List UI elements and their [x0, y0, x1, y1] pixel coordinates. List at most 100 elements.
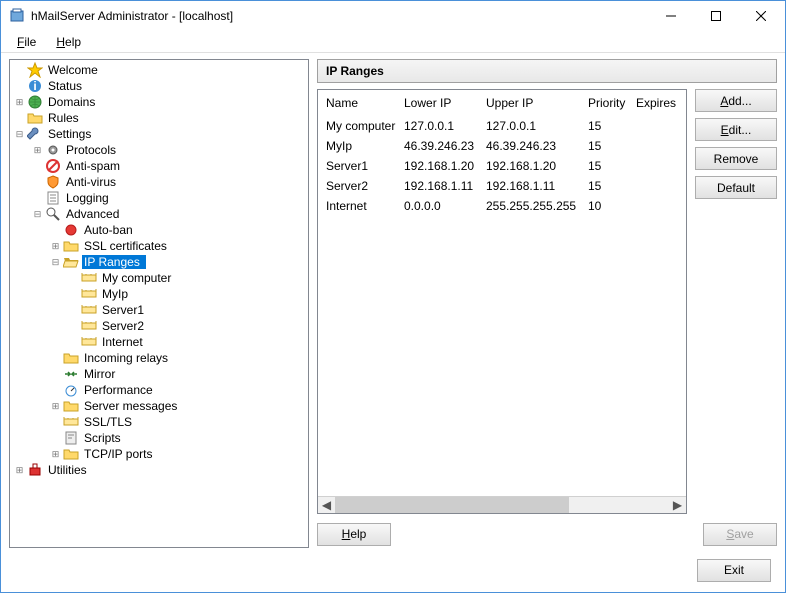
- tree-item-rules[interactable]: Rules: [10, 110, 308, 126]
- tree-item-tcp-ip-ports[interactable]: ⊞TCP/IP ports: [10, 446, 308, 462]
- tree-item-myip[interactable]: MyIp: [10, 286, 308, 302]
- tree-item-ssl-certificates[interactable]: ⊞SSL certificates: [10, 238, 308, 254]
- tree-item-label: Welcome: [46, 63, 100, 77]
- nav-tree[interactable]: WelcomeiStatus⊞DomainsRules ⊟ Settings⊞Pro…: [9, 59, 309, 548]
- cell-name: Internet: [322, 198, 400, 214]
- expand-icon[interactable]: ⊞: [50, 241, 61, 252]
- tree-item-label: Logging: [64, 191, 111, 205]
- list-row[interactable]: My computer127.0.0.1127.0.0.115: [318, 116, 686, 136]
- close-button[interactable]: [738, 1, 783, 31]
- cell-name: Server2: [322, 178, 400, 194]
- scroll-left-icon[interactable]: ◀: [318, 497, 335, 514]
- tree-item-label: Utilities: [46, 463, 89, 477]
- collapse-icon[interactable]: ⊟: [14, 129, 25, 140]
- remove-button[interactable]: Remove: [695, 147, 777, 170]
- collapse-icon[interactable]: ⊟: [32, 209, 43, 220]
- ip-ranges-list[interactable]: Name Lower IP Upper IP Priority Expires …: [317, 89, 687, 514]
- list-row[interactable]: MyIp46.39.246.2346.39.246.2315: [318, 136, 686, 156]
- tree-item-server1[interactable]: Server1: [10, 302, 308, 318]
- tree-item-scripts[interactable]: Scripts: [10, 430, 308, 446]
- list-row[interactable]: Server1192.168.1.20192.168.1.2015: [318, 156, 686, 176]
- cell-lowerip: 192.168.1.11: [400, 178, 482, 194]
- expand-spacer: [68, 273, 79, 284]
- cell-upperip: 192.168.1.20: [482, 158, 584, 174]
- tree-item-protocols[interactable]: ⊞Protocols: [10, 142, 308, 158]
- col-lowerip[interactable]: Lower IP: [400, 92, 482, 114]
- col-name[interactable]: Name: [322, 92, 400, 114]
- tree-item-incoming-relays[interactable]: Incoming relays: [10, 350, 308, 366]
- tree-item-status[interactable]: iStatus: [10, 78, 308, 94]
- tree-item-mirror[interactable]: Mirror: [10, 366, 308, 382]
- expand-icon[interactable]: ⊞: [50, 449, 61, 460]
- list-header: Name Lower IP Upper IP Priority Expires: [318, 90, 686, 116]
- expand-icon[interactable]: ⊞: [50, 401, 61, 412]
- tree-item-logging[interactable]: Logging: [10, 190, 308, 206]
- tree-item-anti-virus[interactable]: Anti-virus: [10, 174, 308, 190]
- tree-item-domains[interactable]: ⊞Domains: [10, 94, 308, 110]
- col-expires[interactable]: Expires: [632, 92, 682, 114]
- list-row[interactable]: Server2192.168.1.11192.168.1.1115: [318, 176, 686, 196]
- help-button[interactable]: Help: [317, 523, 391, 546]
- script-icon: [63, 430, 79, 446]
- scroll-thumb[interactable]: [335, 497, 569, 513]
- tree-item-performance[interactable]: Performance: [10, 382, 308, 398]
- edit-button[interactable]: Edit...: [695, 118, 777, 141]
- menu-file[interactable]: File: [9, 33, 44, 51]
- exit-button[interactable]: Exit: [697, 559, 771, 582]
- maximize-button[interactable]: [693, 1, 738, 31]
- cell-upperip: 192.168.1.11: [482, 178, 584, 194]
- tree-item-utilities[interactable]: ⊞ Utilities: [10, 462, 308, 478]
- cell-expires: [632, 158, 682, 174]
- range-icon: [81, 334, 97, 350]
- tree-item-ip-ranges[interactable]: ⊟IP Ranges: [10, 254, 308, 270]
- col-upperip[interactable]: Upper IP: [482, 92, 584, 114]
- minimize-button[interactable]: [648, 1, 693, 31]
- tree-item-label: Mirror: [82, 367, 117, 381]
- title-bar: hMailServer Administrator - [localhost]: [1, 1, 785, 31]
- menu-help[interactable]: Help: [48, 33, 89, 51]
- save-button: Save: [703, 523, 777, 546]
- tree-item-anti-spam[interactable]: Anti-spam: [10, 158, 308, 174]
- tree-item-label: Auto-ban: [82, 223, 135, 237]
- tree-item-label: Settings: [46, 127, 93, 141]
- folder-icon: [63, 446, 79, 462]
- cell-name: MyIp: [322, 138, 400, 154]
- tree-item-welcome[interactable]: Welcome: [10, 62, 308, 78]
- tree-item-server-messages[interactable]: ⊞ Server messages: [10, 398, 308, 414]
- cell-priority: 15: [584, 138, 632, 154]
- add-button[interactable]: Add...: [695, 89, 777, 112]
- tree-item-internet[interactable]: Internet: [10, 334, 308, 350]
- tree-item-settings[interactable]: ⊟ Settings: [10, 126, 308, 142]
- tree-item-server2[interactable]: Server2: [10, 318, 308, 334]
- globe-icon: [27, 94, 43, 110]
- cell-priority: 10: [584, 198, 632, 214]
- range-icon: [63, 414, 79, 430]
- collapse-icon[interactable]: ⊟: [50, 257, 61, 268]
- cell-lowerip: 127.0.0.1: [400, 118, 482, 134]
- cell-upperip: 46.39.246.23: [482, 138, 584, 154]
- tree-item-label: MyIp: [100, 287, 130, 301]
- expand-icon[interactable]: ⊞: [32, 145, 43, 156]
- col-priority[interactable]: Priority: [584, 92, 632, 114]
- folder-icon: [63, 350, 79, 366]
- default-button[interactable]: Default: [695, 176, 777, 199]
- expand-spacer: [68, 337, 79, 348]
- list-row[interactable]: Internet0.0.0.0255.255.255.25510: [318, 196, 686, 216]
- tree-item-advanced[interactable]: ⊟Advanced: [10, 206, 308, 222]
- cell-expires: [632, 138, 682, 154]
- tree-item-ssl-tls[interactable]: SSL/TLS: [10, 414, 308, 430]
- tree-item-my-computer[interactable]: My computer: [10, 270, 308, 286]
- tree-item-label: Scripts: [82, 431, 123, 445]
- tree-item-auto-ban[interactable]: Auto-ban: [10, 222, 308, 238]
- tree-item-label: SSL/TLS: [82, 415, 134, 429]
- cell-expires: [632, 118, 682, 134]
- expand-icon[interactable]: ⊞: [14, 465, 25, 476]
- expand-spacer: [50, 417, 61, 428]
- horizontal-scrollbar[interactable]: ◀ ▶: [318, 496, 686, 513]
- expand-icon[interactable]: ⊞: [14, 97, 25, 108]
- scroll-right-icon[interactable]: ▶: [669, 497, 686, 514]
- range-icon: [81, 286, 97, 302]
- gear-icon: [45, 142, 61, 158]
- tree-item-label: Server messages: [82, 399, 179, 413]
- range-icon: [81, 270, 97, 286]
